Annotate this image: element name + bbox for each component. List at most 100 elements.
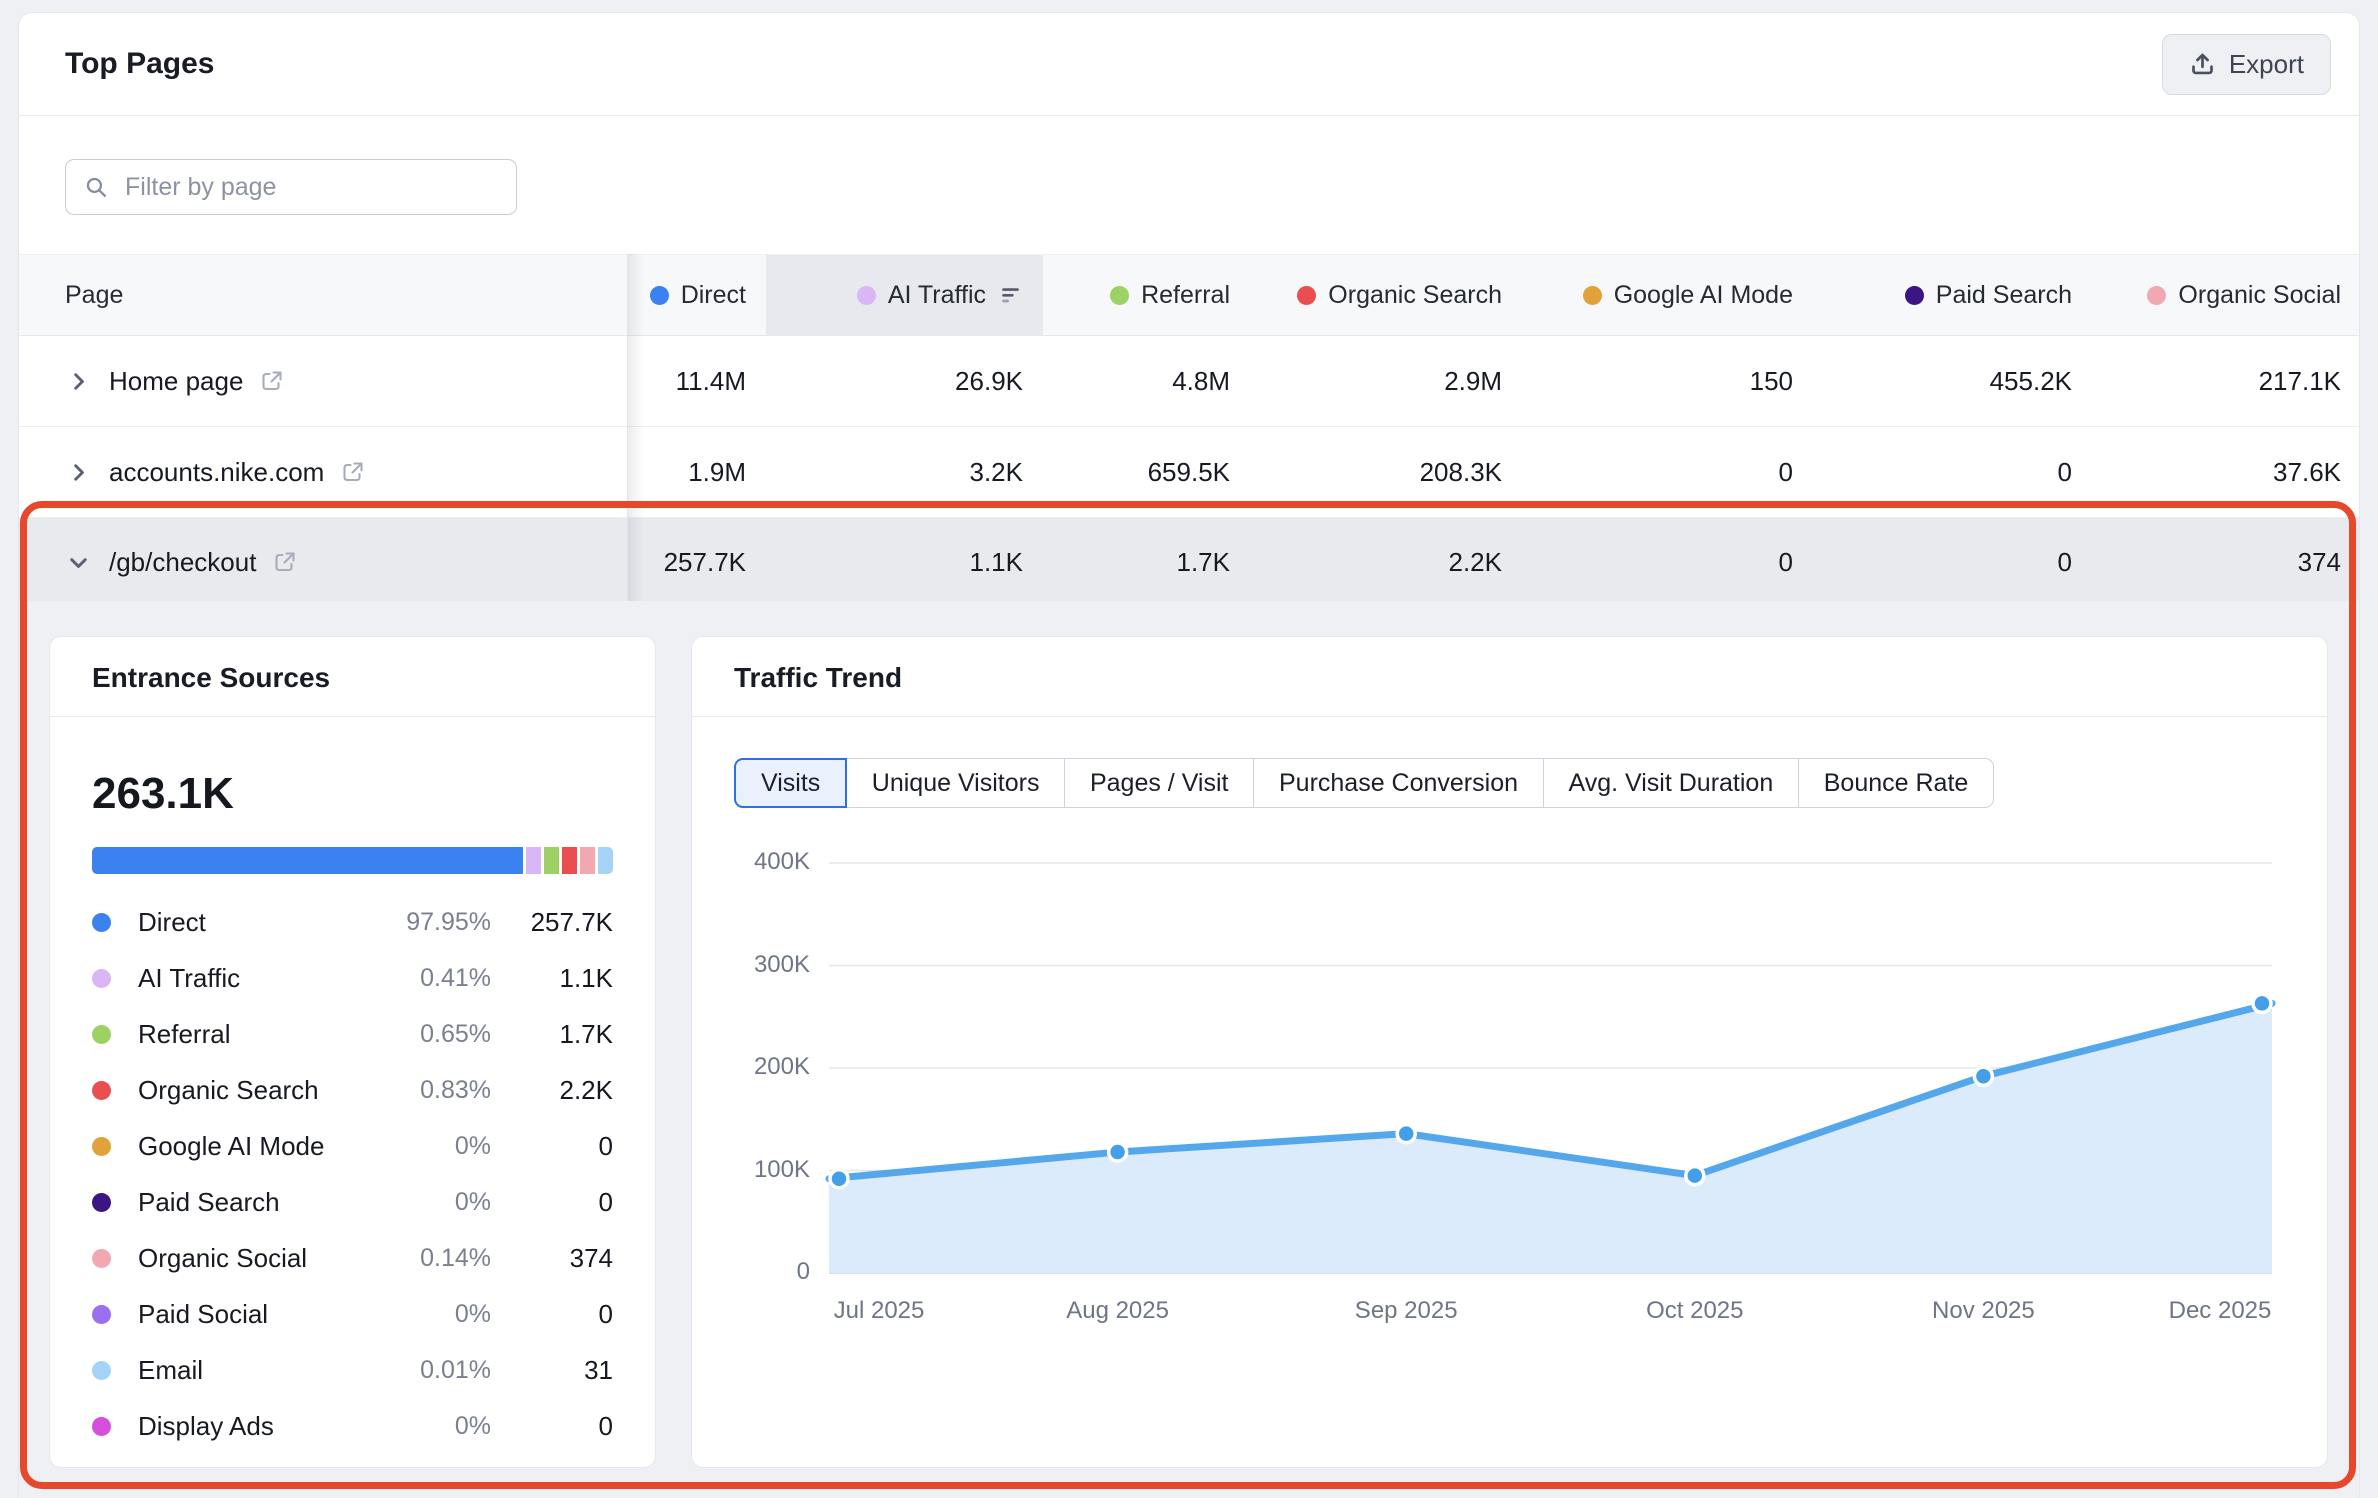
- value-cell: 0: [1522, 518, 1813, 606]
- chevron-down-icon[interactable]: [65, 549, 92, 576]
- area-fill: [829, 1003, 2272, 1273]
- source-percent: 0.83%: [381, 1076, 491, 1105]
- source-label: Email: [138, 1355, 381, 1386]
- value-cell: 3.2K: [766, 427, 1043, 517]
- table-row[interactable]: /gb/checkout257.7K1.1K1.7K2.2K00374: [19, 518, 2359, 606]
- column-header-referral[interactable]: Referral: [1043, 255, 1250, 335]
- visits-area-chart: [829, 855, 2272, 1300]
- source-label: Google AI Mode: [138, 1131, 381, 1162]
- channel-label: Organic Social: [2178, 281, 2341, 310]
- source-value: 257.7K: [491, 907, 613, 938]
- source-value: 0: [491, 1131, 613, 1162]
- source-row[interactable]: Organic Social0.14%374: [92, 1230, 613, 1286]
- sources-distribution-bar: [92, 847, 613, 874]
- data-point[interactable]: [1109, 1143, 1127, 1161]
- value-cell: 37.6K: [2092, 427, 2361, 517]
- channel-color-dot: [1110, 286, 1129, 305]
- source-color-dot: [92, 1305, 111, 1324]
- bar-segment: [526, 847, 541, 874]
- sort-descending-icon[interactable]: [998, 283, 1023, 308]
- source-row[interactable]: Email0.01%31: [92, 1342, 613, 1398]
- data-point[interactable]: [1686, 1167, 1704, 1185]
- source-value: 1.7K: [491, 1019, 613, 1050]
- source-percent: 0.65%: [381, 1020, 491, 1049]
- x-axis-tick: Aug 2025: [1066, 1297, 1169, 1325]
- bar-segment: [598, 847, 613, 874]
- traffic-trend-card: Traffic Trend VisitsUnique VisitorsPages…: [691, 636, 2328, 1468]
- external-link-icon[interactable]: [341, 460, 365, 484]
- column-header-organic-search[interactable]: Organic Search: [1250, 255, 1522, 335]
- source-row[interactable]: Paid Search0%0: [92, 1174, 613, 1230]
- y-axis-tick: 100K: [692, 1156, 810, 1184]
- channel-color-dot: [2147, 286, 2166, 305]
- x-axis-tick: Sep 2025: [1355, 1297, 1458, 1325]
- value-cell: 0: [1813, 427, 2092, 517]
- entrance-sources-card: Entrance Sources 263.1K Direct97.95%257.…: [49, 636, 656, 1468]
- data-point[interactable]: [2253, 994, 2271, 1012]
- external-link-icon[interactable]: [260, 369, 284, 393]
- source-label: Paid Social: [138, 1299, 381, 1330]
- value-cell: 374: [2092, 518, 2361, 606]
- source-percent: 0.01%: [381, 1356, 491, 1385]
- data-point[interactable]: [1397, 1125, 1415, 1143]
- page-name[interactable]: accounts.nike.com: [109, 457, 324, 488]
- data-point[interactable]: [830, 1170, 848, 1188]
- source-label: Organic Social: [138, 1243, 381, 1274]
- source-row[interactable]: Paid Social0%0: [92, 1286, 613, 1342]
- source-row[interactable]: Direct97.95%257.7K: [92, 894, 613, 950]
- card-header: Top Pages Export: [19, 13, 2359, 116]
- column-header-direct[interactable]: Direct: [609, 255, 766, 335]
- channel-color-dot: [1297, 286, 1316, 305]
- source-value: 0: [491, 1187, 613, 1218]
- tab-visits[interactable]: Visits: [734, 758, 847, 808]
- entrance-sources-total: 263.1K: [92, 769, 613, 819]
- page-name[interactable]: /gb/checkout: [109, 547, 256, 578]
- source-row[interactable]: Display Ads0%0: [92, 1398, 613, 1454]
- traffic-trend-chart: 0100K200K300K400KJul 2025Aug 2025Sep 202…: [692, 637, 2327, 1467]
- source-percent: 0%: [381, 1412, 491, 1441]
- value-cell: 0: [1813, 518, 2092, 606]
- value-cell: 2.2K: [1250, 518, 1522, 606]
- column-header-page: Page: [19, 255, 609, 335]
- source-row[interactable]: Organic Search0.83%2.2K: [92, 1062, 613, 1118]
- column-header-paid-search[interactable]: Paid Search: [1813, 255, 2092, 335]
- source-color-dot: [92, 1081, 111, 1100]
- source-color-dot: [92, 1025, 111, 1044]
- source-value: 0: [491, 1411, 613, 1442]
- y-axis-tick: 200K: [692, 1053, 810, 1081]
- chevron-right-icon[interactable]: [65, 459, 92, 486]
- page-name[interactable]: Home page: [109, 366, 243, 397]
- source-percent: 97.95%: [381, 908, 491, 937]
- column-header-organic-social[interactable]: Organic Social: [2092, 255, 2361, 335]
- x-axis-tick: Dec 2025: [2169, 1297, 2272, 1325]
- source-value: 1.1K: [491, 963, 613, 994]
- channel-label: Referral: [1141, 281, 1230, 310]
- export-button[interactable]: Export: [2162, 34, 2331, 95]
- channel-color-dot: [1905, 286, 1924, 305]
- source-value: 374: [491, 1243, 613, 1274]
- table-row[interactable]: Home page11.4M26.9K4.8M2.9M150455.2K217.…: [19, 336, 2359, 427]
- y-axis-tick: 300K: [692, 951, 810, 979]
- filter-input[interactable]: [123, 172, 498, 203]
- source-label: Display Ads: [138, 1411, 381, 1442]
- source-row[interactable]: Referral0.65%1.7K: [92, 1006, 613, 1062]
- column-header-ai-traffic[interactable]: AI Traffic: [766, 255, 1043, 335]
- x-axis-tick: Oct 2025: [1646, 1297, 1743, 1325]
- source-value: 31: [491, 1355, 613, 1386]
- source-label: Paid Search: [138, 1187, 381, 1218]
- column-header-google-ai-mode[interactable]: Google AI Mode: [1522, 255, 1813, 335]
- bar-segment: [580, 847, 595, 874]
- bar-segment: [544, 847, 559, 874]
- value-cell: 455.2K: [1813, 336, 2092, 426]
- value-cell: 1.1K: [766, 518, 1043, 606]
- source-color-dot: [92, 913, 111, 932]
- chevron-right-icon[interactable]: [65, 368, 92, 395]
- table-row[interactable]: accounts.nike.com1.9M3.2K659.5K208.3K003…: [19, 427, 2359, 518]
- data-point[interactable]: [1974, 1067, 1992, 1085]
- filter-field[interactable]: [65, 159, 517, 215]
- external-link-icon[interactable]: [273, 550, 297, 574]
- source-percent: 0%: [381, 1132, 491, 1161]
- source-row[interactable]: Google AI Mode0%0: [92, 1118, 613, 1174]
- value-cell: 257.7K: [609, 518, 766, 606]
- source-row[interactable]: AI Traffic0.41%1.1K: [92, 950, 613, 1006]
